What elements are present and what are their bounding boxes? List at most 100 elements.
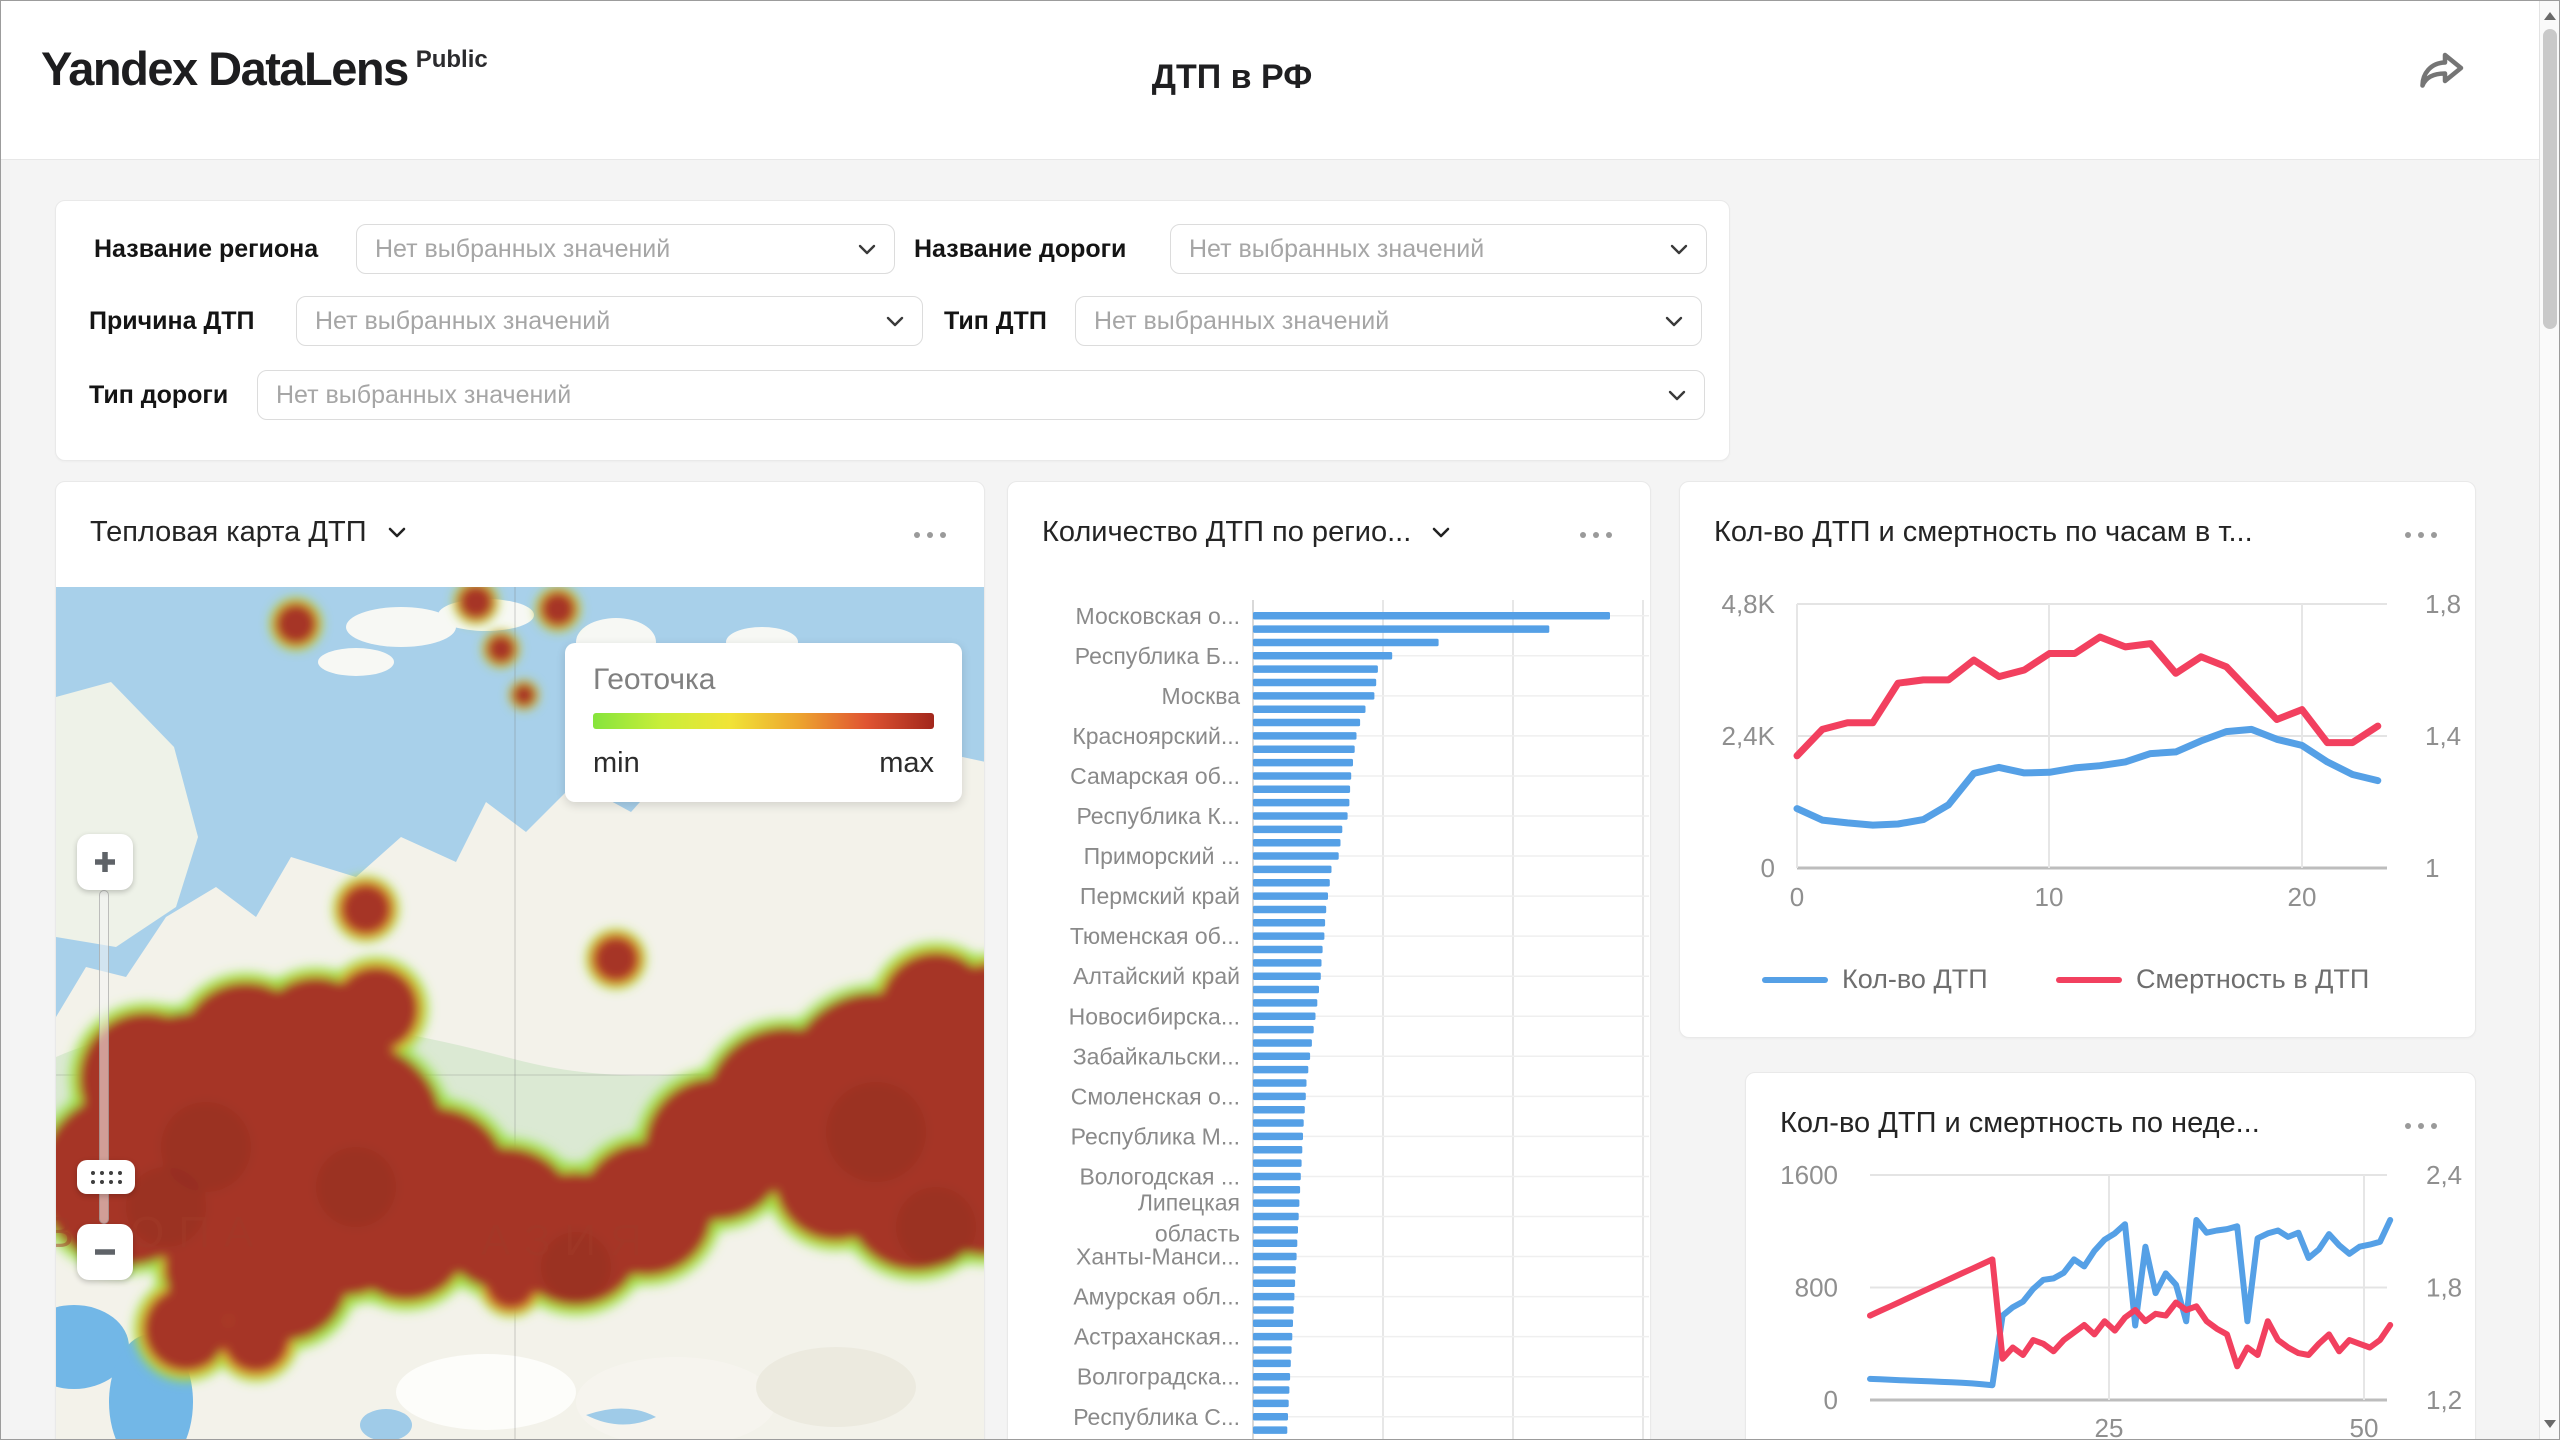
share-arrow-icon: [2415, 48, 2467, 97]
svg-text:Алтайский край: Алтайский край: [1073, 963, 1240, 989]
widget-menu-button[interactable]: [908, 526, 952, 544]
map-label-asia: АЗИЯ: [481, 1216, 656, 1265]
chart-legend: Кол-во ДТП Смертность в ДТП: [1680, 964, 2475, 998]
filter-select-cause[interactable]: Нет выбранных значений: [296, 296, 923, 346]
filter-label-accident-type: Тип ДТП: [944, 296, 1047, 346]
svg-text:Забайкальски...: Забайкальски...: [1073, 1043, 1240, 1069]
legend-item-accidents[interactable]: Кол-во ДТП: [1762, 964, 1988, 995]
svg-text:4,8K: 4,8K: [1722, 589, 1776, 619]
heatmap-card: Тепловая карта ДТП: [55, 481, 985, 1440]
scroll-down-arrow[interactable]: [2544, 1420, 2556, 1432]
filter-select-region[interactable]: Нет выбранных значений: [356, 224, 895, 274]
line-chart-hours: 4,8K2,4K01,81,4101020: [1680, 482, 2477, 1039]
line-chart-weeks-title: Кол-во ДТП и смертность по неде...: [1780, 1107, 2260, 1140]
line-chart-hours-card: Кол-во ДТП и смертность по часам в т... …: [1679, 481, 2476, 1038]
legend-max-label: max: [879, 747, 934, 780]
svg-text:20: 20: [2288, 882, 2317, 912]
chevron-down-icon[interactable]: [385, 520, 409, 544]
svg-text:2,4: 2,4: [2426, 1160, 2462, 1190]
zoom-in-button[interactable]: [77, 834, 133, 890]
legend-line-swatch-blue: [1762, 977, 1828, 983]
svg-text:Московская о...: Московская о...: [1076, 603, 1240, 629]
svg-text:Республика Б...: Республика Б...: [1075, 643, 1240, 669]
svg-text:0: 0: [1790, 882, 1804, 912]
line-chart-hours-title: Кол-во ДТП и смертность по часам в т...: [1714, 516, 2253, 549]
heatmap-map[interactable]: ЕВРОПА АЗИЯ Геоточка min max: [56, 587, 984, 1440]
chevron-down-icon: [884, 310, 906, 332]
chevron-down-icon: [1666, 384, 1688, 406]
svg-text:1,8: 1,8: [2425, 589, 2461, 619]
svg-text:Липецкая: Липецкая: [1138, 1190, 1240, 1216]
filter-label-road-type: Тип дороги: [89, 370, 228, 420]
ruler-button[interactable]: [77, 1160, 135, 1194]
svg-text:Ханты-Манси...: Ханты-Манси...: [1076, 1244, 1240, 1270]
plus-icon: [91, 848, 119, 876]
chevron-down-icon: [856, 238, 878, 260]
svg-text:1600: 1600: [1780, 1160, 1838, 1190]
bar-chart: Московская о... Республика Б... Москва Крас…: [1008, 482, 1652, 1440]
svg-text:10: 10: [2035, 882, 2064, 912]
widget-menu-button[interactable]: [2399, 1117, 2443, 1135]
legend-title: Геоточка: [593, 663, 715, 697]
scroll-up-arrow[interactable]: [2544, 8, 2556, 20]
filter-select-accident-type[interactable]: Нет выбранных значений: [1075, 296, 1702, 346]
minus-icon: [91, 1238, 119, 1266]
svg-text:50: 50: [2350, 1413, 2379, 1440]
svg-text:1,8: 1,8: [2426, 1273, 2462, 1303]
filter-placeholder: Нет выбранных значений: [258, 381, 571, 410]
filter-select-road-type[interactable]: Нет выбранных значений: [257, 370, 1705, 420]
svg-text:Самарская об...: Самарская об...: [1070, 763, 1240, 789]
share-button[interactable]: [2411, 45, 2471, 99]
svg-text:Республика С...: Республика С...: [1073, 1404, 1240, 1430]
logo-badge-public: Public: [416, 46, 488, 73]
legend-line-swatch-red: [2056, 977, 2122, 983]
svg-text:Амурская обл...: Амурская обл...: [1073, 1284, 1240, 1310]
chevron-down-icon: [1663, 310, 1685, 332]
filter-label-cause: Причина ДТП: [89, 296, 255, 346]
svg-text:2,4K: 2,4K: [1722, 721, 1776, 751]
line-chart-weeks-card: Кол-во ДТП и смертность по неде... 1600 8…: [1745, 1072, 2476, 1440]
svg-text:Республика К...: Республика К...: [1076, 803, 1240, 829]
page-title: ДТП в РФ: [1152, 58, 1312, 97]
filter-placeholder: Нет выбранных значений: [1171, 235, 1484, 264]
svg-text:1,2: 1,2: [2426, 1385, 2462, 1415]
bar-chart-title[interactable]: Количество ДТП по регио...: [1042, 516, 1411, 549]
legend-item-mortality[interactable]: Смертность в ДТП: [2056, 964, 2369, 995]
chevron-down-icon: [1668, 238, 1690, 260]
filters-panel: Название региона Нет выбранных значений …: [55, 200, 1730, 461]
svg-text:Пермский край: Пермский край: [1080, 883, 1240, 909]
zoom-out-button[interactable]: [77, 1224, 133, 1280]
svg-text:1,4: 1,4: [2425, 721, 2461, 751]
filter-select-road[interactable]: Нет выбранных значений: [1170, 224, 1707, 274]
svg-text:Приморский ...: Приморский ...: [1084, 843, 1240, 869]
filter-label-road: Название дороги: [914, 224, 1126, 274]
svg-text:Вологодская ...: Вологодская ...: [1079, 1163, 1240, 1189]
scrollbar-thumb[interactable]: [2543, 29, 2557, 329]
filter-label-region: Название региона: [94, 224, 318, 274]
svg-text:Красноярский...: Красноярский...: [1072, 723, 1240, 749]
widget-menu-button[interactable]: [1574, 526, 1618, 544]
svg-text:Новосибирска...: Новосибирска...: [1069, 1003, 1240, 1029]
svg-text:0: 0: [1761, 853, 1775, 883]
legend-min-label: min: [593, 747, 640, 780]
svg-text:Тюменская об...: Тюменская об...: [1070, 923, 1240, 949]
svg-text:Смоленская о...: Смоленская о...: [1071, 1083, 1240, 1109]
svg-text:Республика М...: Республика М...: [1071, 1123, 1240, 1149]
logo-text: Yandex DataLens: [41, 42, 408, 95]
svg-text:0: 0: [1824, 1385, 1838, 1415]
heatmap-title[interactable]: Тепловая карта ДТП: [90, 516, 367, 549]
svg-text:25: 25: [2095, 1413, 2124, 1440]
chevron-down-icon[interactable]: [1429, 520, 1453, 544]
bar-chart-card: Количество ДТП по регио... Московская о.…: [1007, 481, 1651, 1440]
svg-text:1: 1: [2425, 853, 2439, 883]
datalens-logo[interactable]: Yandex DataLens Public: [41, 41, 488, 96]
vertical-scrollbar: [2539, 1, 2559, 1439]
filter-placeholder: Нет выбранных значений: [297, 307, 610, 336]
widget-menu-button[interactable]: [2399, 526, 2443, 544]
filter-placeholder: Нет выбранных значений: [1076, 307, 1389, 336]
filter-placeholder: Нет выбранных значений: [357, 235, 670, 264]
svg-text:Москва: Москва: [1161, 683, 1240, 709]
legend-gradient-bar: [593, 713, 934, 729]
svg-text:800: 800: [1795, 1273, 1838, 1303]
svg-text:Астраханская...: Астраханская...: [1074, 1324, 1240, 1350]
